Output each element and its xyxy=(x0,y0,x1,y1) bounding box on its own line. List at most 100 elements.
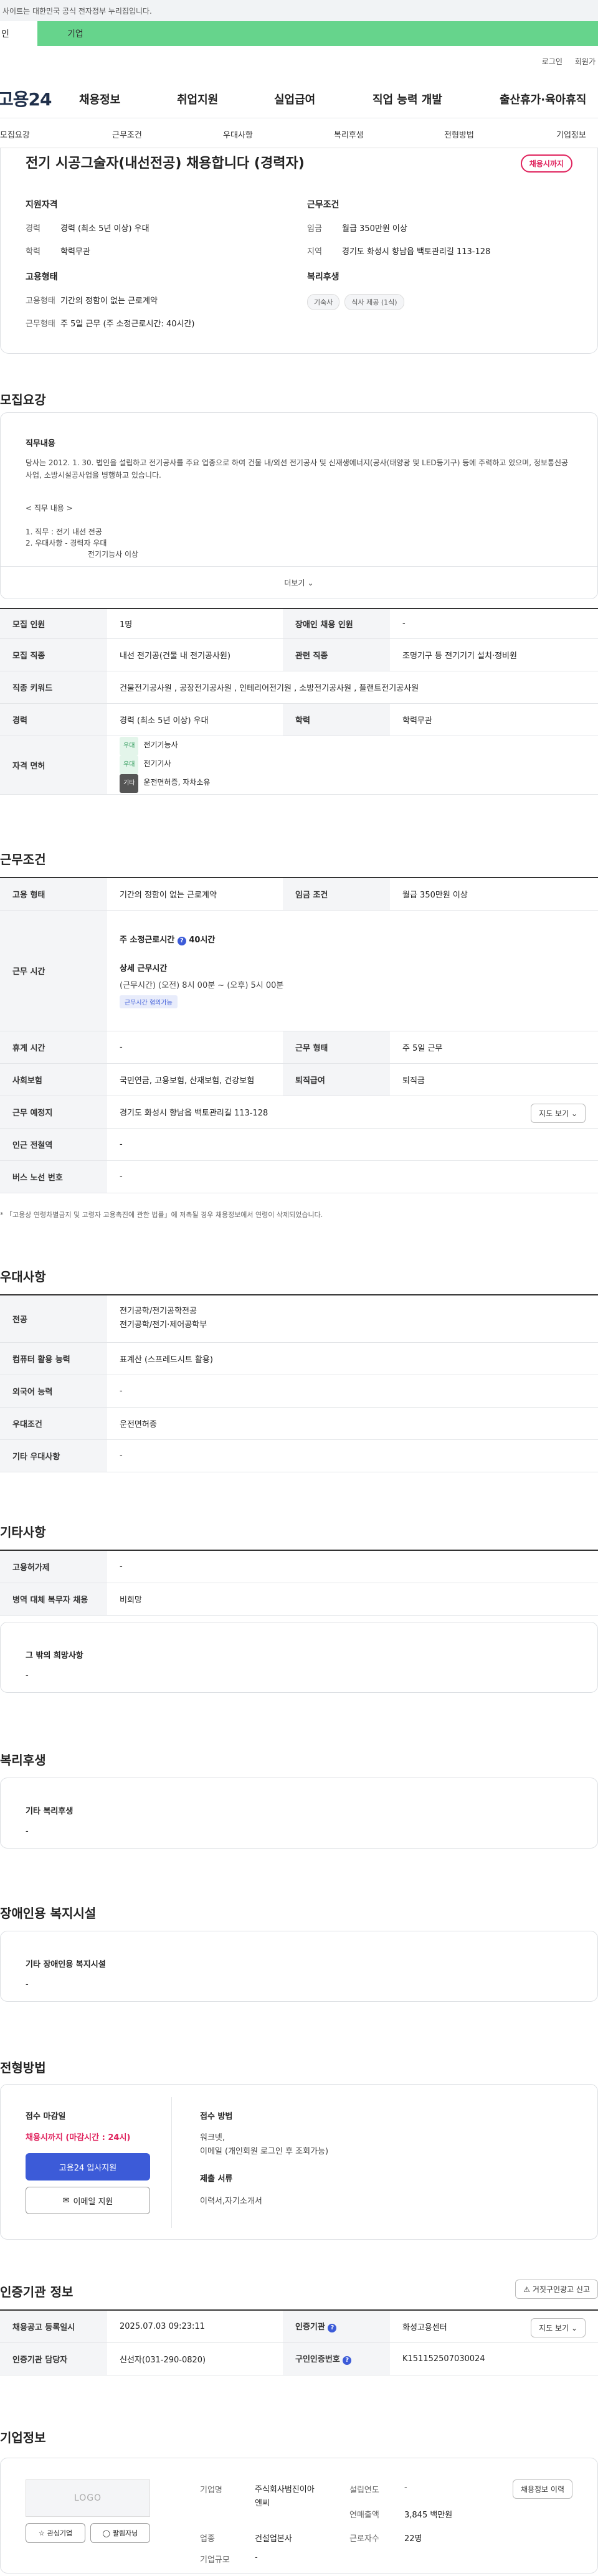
cell-value: 경기도 화성시 향남읍 백토관리길 113-128 지도 보기 ⌄ xyxy=(107,1096,598,1129)
map-button[interactable]: 지도 보기 ⌄ xyxy=(531,1103,586,1123)
welfare-chip: 기숙사 xyxy=(307,294,340,310)
gov-notice-text: 사이트는 대한민국 공식 전자정부 누리집입니다. xyxy=(2,6,152,16)
cell-value: 운전면허증 xyxy=(107,1407,598,1440)
star-icon: ☆ xyxy=(38,2529,45,2537)
site-tab-company[interactable]: 기업 xyxy=(37,21,598,46)
cell-value: 2025.07.03 09:23:11 xyxy=(107,2309,283,2343)
table-row: 근무 시간 주 소정근로시간 ? 40시간 상세 근무시간 (근무시간) (오전… xyxy=(0,910,598,1031)
cell-value: 우대 전기기능사 우대 전기기사 기타 운전면허증, 자차소유 xyxy=(107,736,598,795)
cell-head: 인증기관 담당자 xyxy=(0,2342,107,2375)
table-row: 고용허가제 - xyxy=(0,1550,598,1583)
summary-qualification: 지원자격 경력 경력 (최소 5년 이상) 우대 학력 학력무관 xyxy=(26,198,287,268)
table-row: 직종 키워드 건물전기공사원 , 공장전기공사원 , 인테리어전기원 , 소방전기… xyxy=(0,671,598,704)
follow-button[interactable]: ◯ 팔림자닝 xyxy=(90,2523,150,2543)
report-button[interactable]: ⚠ 거짓구인광고 신고 xyxy=(515,2280,598,2299)
deadline-badge: 채용시까지 xyxy=(520,154,572,173)
cell-value: 표계산 (스프레드시트 활용) xyxy=(107,1342,598,1375)
gnb-item-training[interactable]: 직업 능력 개발 xyxy=(373,91,442,107)
login-link[interactable]: 로그인 xyxy=(542,56,562,67)
company-value: 22명 xyxy=(404,2534,422,2544)
disab-heading: 기타 장애인용 복지시설 xyxy=(26,1960,106,1969)
tag: 우대 xyxy=(120,737,139,755)
table-row: 컴퓨터 활용 능력 표계산 (스프레드시트 활용) xyxy=(0,1342,598,1375)
site-logo[interactable]: 고용24 xyxy=(0,86,52,111)
gnb-item-support[interactable]: 취업지원 xyxy=(177,91,218,107)
report-label: 거짓구인광고 신고 xyxy=(532,2285,590,2294)
welfare-title: 복리후생 xyxy=(0,1753,46,1768)
gnb-item-leave[interactable]: 출산휴가·육아휴직 xyxy=(500,91,586,107)
work-address: 경기도 화성시 향남읍 백토관리길 113-128 xyxy=(120,1108,268,1118)
deadline-heading: 접수 마감일 xyxy=(26,2112,66,2121)
tab-welfare[interactable]: 복리후생 xyxy=(334,128,364,140)
welfare-heading: 기타 복리후생 xyxy=(26,1807,74,1816)
method-heading: 접수 방법 xyxy=(200,2112,233,2121)
info-icon[interactable]: ? xyxy=(328,2324,337,2333)
cert-map-button[interactable]: 지도 보기 ⌄ xyxy=(531,2318,586,2337)
join-link[interactable]: 회원가 xyxy=(575,56,596,67)
desc-line: 2. 우대사항 - 경력자 우대 xyxy=(26,539,107,547)
table-row: 버스 노선 번호 - xyxy=(0,1160,598,1193)
job-summary-card: 전기 시공그술자(내선전공) 채용합니다 (경력자) 채용시까지 지원자격 경력… xyxy=(0,148,598,354)
job-history-button[interactable]: 채용정보 이력 xyxy=(512,2479,572,2499)
info-icon[interactable]: ? xyxy=(177,936,186,945)
table-row: 우대조건 운전면허증 xyxy=(0,1407,598,1440)
summary-heading: 복리후생 xyxy=(307,272,339,282)
tag: 우대 xyxy=(120,755,139,774)
cell-value: - xyxy=(107,1439,598,1472)
pref-title: 우대사항 xyxy=(0,1269,46,1284)
major: 전기공학/전기·제어공학부 xyxy=(120,1320,207,1330)
desc-line: < 직무 내용 > xyxy=(26,504,73,513)
company-key: 근로자수 xyxy=(349,2534,379,2544)
company-key: 설립연도 xyxy=(349,2486,379,2495)
cell-head: 근무 형태 xyxy=(283,1031,390,1064)
map-label: 지도 보기 xyxy=(539,2324,569,2332)
method-value: 워크넷, xyxy=(200,2133,225,2143)
info-icon[interactable]: ? xyxy=(343,2356,352,2365)
summary-heading: 근무조건 xyxy=(307,200,339,210)
cell-head: 임금 조건 xyxy=(283,877,390,911)
cell-value: 화성고용센터 지도 보기 ⌄ xyxy=(390,2309,598,2343)
tab-conditions[interactable]: 근무조건 xyxy=(112,128,142,140)
divider xyxy=(171,2097,172,2228)
apply-label: 고용24 입사지원 xyxy=(59,2163,117,2173)
circle-icon: ◯ xyxy=(102,2529,110,2537)
pref-table: 전공 전기공학/전기공학전공 전기공학/전기·제어공학부 컴퓨터 활용 능력 표계산 … xyxy=(0,1294,598,1472)
summary-conditions: 근무조건 임금 월급 350만원 이상 지역 경기도 화성시 향남읍 백토관리길 1… xyxy=(307,198,569,268)
cell-value: 주 5일 근무 xyxy=(390,1031,598,1064)
email-apply-button[interactable]: ✉ 이메일 지원 xyxy=(26,2187,150,2214)
gnb-item-jobs[interactable]: 채용정보 xyxy=(79,91,120,107)
cell-value: K151152507030024 xyxy=(390,2342,598,2375)
logo-text: LOGO xyxy=(74,2493,102,2503)
desc-heading: 직무내용 xyxy=(26,439,55,448)
disab-title: 장애인용 복지시설 xyxy=(0,1906,97,1921)
site-tab-personal[interactable]: 인 xyxy=(0,21,37,46)
table-row: 모집 인원 1명 장애인 채용 인원 - xyxy=(0,608,598,639)
summary-key: 학력 xyxy=(26,247,40,257)
favorite-company-button[interactable]: ☆ 관심기업 xyxy=(26,2523,85,2543)
gnb-item-unemployment[interactable]: 실업급여 xyxy=(274,91,315,107)
tab-preference[interactable]: 우대사항 xyxy=(223,128,253,140)
cell-value: 내선 전기공(건물 내 전기공사원) xyxy=(107,638,283,671)
cell-head: 외국어 능력 xyxy=(0,1375,107,1408)
table-row: 채용공고 등록일시 2025.07.03 09:23:11 인증기관 ? 화성고용센터… xyxy=(0,2309,598,2343)
cell-head: 우대조건 xyxy=(0,1407,107,1440)
summary-employment: 고용형태 고용형태 기간의 정함이 없는 근로계약 근무형태 주 5일 근무 (주 … xyxy=(26,270,287,340)
hours-value: 40시간 xyxy=(189,935,216,945)
cell-head: 구인인증번호 ? xyxy=(283,2342,390,2375)
desc-text: 당사는 2012. 1. 30. 법인을 설립하고 전기공사를 주요 업종으로 … xyxy=(26,458,569,480)
cell-value: 전기공학/전기공학전공 전기공학/전기·제어공학부 xyxy=(107,1294,598,1343)
tab-company[interactable]: 기업정보 xyxy=(556,128,586,140)
cell-head: 휴게 시간 xyxy=(0,1031,107,1064)
cell-head: 퇴직급여 xyxy=(283,1063,390,1096)
mail-icon: ✉ xyxy=(62,2195,70,2205)
cell-value: - xyxy=(107,1550,598,1583)
apply-button[interactable]: 고용24 입사지원 xyxy=(26,2153,150,2181)
more-button[interactable]: 더보기 ⌄ xyxy=(1,566,597,599)
table-row: 경력 경력 (최소 5년 이상) 우대 학력 학력무관 xyxy=(0,703,598,736)
tab-process[interactable]: 전형방법 xyxy=(444,128,474,140)
summary-key: 고용형태 xyxy=(26,296,55,306)
desc-line: 1. 직무 : 전기 내선 전공 xyxy=(26,528,102,536)
tab-recruit[interactable]: 모집요강 xyxy=(0,128,30,140)
summary-key: 지역 xyxy=(307,247,322,257)
cell-head: 학력 xyxy=(283,703,390,736)
